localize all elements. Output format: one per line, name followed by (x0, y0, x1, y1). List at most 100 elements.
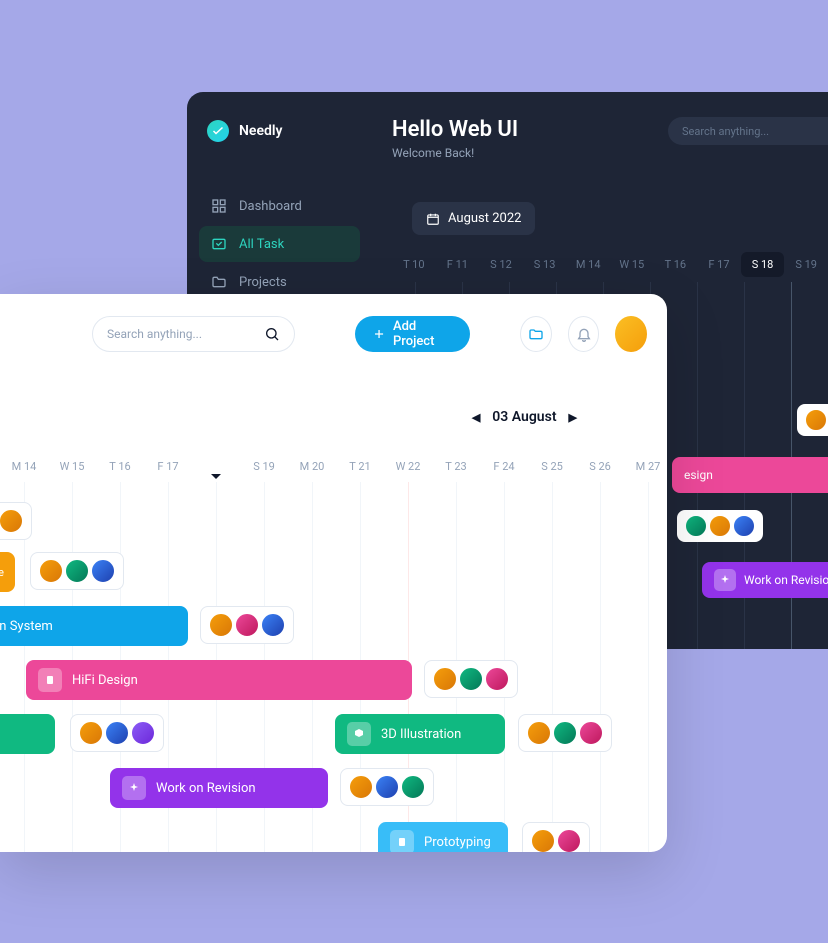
task-bar-revision[interactable]: Work on Revision (110, 768, 328, 808)
date-navigator: ◀ 03 August ▶ (472, 409, 577, 425)
month-selector[interactable]: August 2022 (412, 202, 535, 235)
task-label: esign (684, 468, 713, 482)
avatar (79, 721, 103, 745)
light-app-panel: Search anything... Add Project ◀ 03 Augu… (0, 294, 667, 852)
assignee-group[interactable] (200, 606, 294, 644)
assignee-group[interactable] (797, 404, 828, 436)
task-bar-design-system[interactable]: gn System (0, 606, 188, 646)
day-header[interactable]: S 12 (479, 252, 523, 277)
assignee-group[interactable] (424, 660, 518, 698)
avatar (709, 515, 731, 537)
sidebar-item-label: Dashboard (239, 199, 302, 214)
day-header[interactable]: W 22 (384, 454, 432, 479)
add-project-button[interactable]: Add Project (355, 316, 470, 352)
toolbar: Search anything... Add Project (92, 316, 647, 352)
day-header[interactable]: F 17 (144, 454, 192, 479)
month-label: August 2022 (448, 211, 521, 226)
sidebar-item-dashboard[interactable]: Dashboard (199, 188, 360, 224)
assignee-group[interactable] (677, 510, 763, 542)
header: Hello Web UI Welcome Back! (392, 117, 518, 160)
assignee-group[interactable] (522, 822, 590, 852)
notifications-button[interactable] (568, 316, 600, 352)
day-header[interactable]: M 14 (0, 454, 48, 479)
day-header[interactable]: T 16 (96, 454, 144, 479)
assignee-group[interactable] (0, 502, 32, 540)
task-label: Prototyping (424, 835, 491, 850)
day-header-row: M 14 W 15 T 16 F 17 S 18 S 19 M 20 T 21 … (0, 454, 667, 479)
avatar (433, 667, 457, 691)
calendar-icon (426, 212, 440, 226)
current-date-label: 03 August (492, 409, 556, 425)
day-header[interactable]: T 21 (336, 454, 384, 479)
cube-icon (347, 722, 371, 746)
day-header-active[interactable]: S 18 (741, 252, 785, 277)
day-header[interactable]: F 17 (697, 252, 741, 277)
folder-icon (528, 326, 544, 342)
day-header[interactable]: S 13 (523, 252, 567, 277)
day-header[interactable]: S 25 (528, 454, 576, 479)
task-bar[interactable] (0, 714, 55, 754)
task-bar-3d-illustration[interactable]: 3D Illustration (335, 714, 505, 754)
avatar (459, 667, 483, 691)
day-header[interactable]: S 19 (784, 252, 828, 277)
sidebar-item-label: Projects (239, 275, 287, 290)
day-header[interactable]: F 24 (480, 454, 528, 479)
day-header[interactable]: M 14 (566, 252, 610, 277)
task-bar-prototyping[interactable]: Prototyping (378, 822, 508, 852)
assignee-group[interactable] (518, 714, 612, 752)
sparkle-icon (714, 569, 736, 591)
page-subtitle: Welcome Back! (392, 146, 518, 160)
search-placeholder: Search anything... (107, 327, 202, 341)
avatar (65, 559, 89, 583)
prev-date-button[interactable]: ◀ (472, 411, 480, 424)
archive-button[interactable] (520, 316, 552, 352)
task-bar-hifi-design[interactable]: HiFi Design (26, 660, 412, 700)
sidebar-item-all-task[interactable]: All Task (199, 226, 360, 262)
avatar (235, 613, 259, 637)
avatar (531, 829, 555, 852)
assignee-group[interactable] (340, 768, 434, 806)
assignee-group[interactable] (70, 714, 164, 752)
brand-logo-icon (207, 120, 229, 142)
assignee-group[interactable] (30, 552, 124, 590)
search-icon (264, 326, 280, 342)
task-bar-revision[interactable]: Work on Revision (702, 562, 828, 598)
avatar (349, 775, 373, 799)
avatar (485, 667, 509, 691)
day-header[interactable]: W 15 (610, 252, 654, 277)
task-label: ne (0, 566, 4, 579)
task-label: Work on Revision (744, 573, 828, 587)
day-header[interactable]: T 10 (392, 252, 436, 277)
avatar (91, 559, 115, 583)
day-header[interactable]: S 26 (576, 454, 624, 479)
day-header[interactable]: F 11 (436, 252, 480, 277)
avatar (553, 721, 577, 745)
timeline-grid: ne gn System HiFi Design (0, 482, 667, 852)
task-bar-wireframe[interactable]: ne (0, 552, 15, 592)
task-icon (211, 236, 227, 252)
dashboard-icon (211, 198, 227, 214)
brand-name: Needly (239, 123, 282, 139)
day-header-row: T 10 F 11 S 12 S 13 M 14 W 15 T 16 F 17 … (392, 252, 828, 277)
avatar (401, 775, 425, 799)
search-input[interactable]: Search anything... (668, 117, 828, 145)
task-bar-design[interactable]: esign (672, 457, 828, 493)
avatar (527, 721, 551, 745)
day-header[interactable]: M 20 (288, 454, 336, 479)
day-header-active[interactable]: S 18 (192, 454, 240, 479)
day-header[interactable]: T 23 (432, 454, 480, 479)
bell-icon (576, 326, 592, 342)
sidebar-item-label: All Task (239, 237, 284, 252)
next-date-button[interactable]: ▶ (569, 411, 577, 424)
avatar (375, 775, 399, 799)
avatar (579, 721, 603, 745)
search-input[interactable]: Search anything... (92, 316, 295, 352)
day-header[interactable]: S 19 (240, 454, 288, 479)
day-header[interactable]: M 27 (624, 454, 667, 479)
brand: Needly (199, 120, 360, 142)
avatar (733, 515, 755, 537)
add-project-label: Add Project (393, 319, 452, 349)
user-avatar[interactable] (615, 316, 647, 352)
day-header[interactable]: T 16 (654, 252, 698, 277)
day-header[interactable]: W 15 (48, 454, 96, 479)
